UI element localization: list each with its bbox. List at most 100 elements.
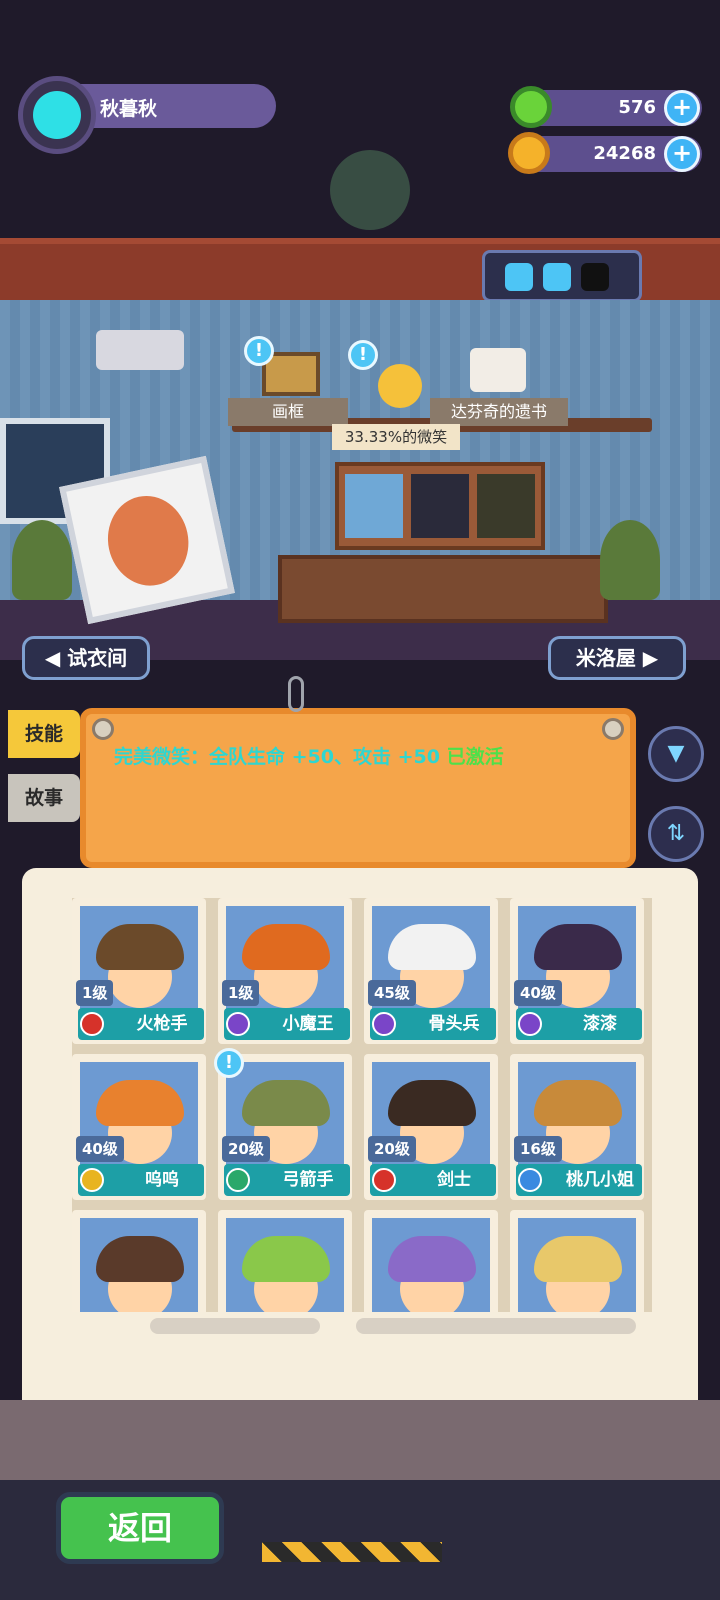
element-icon bbox=[372, 1168, 396, 1192]
character-card[interactable]: 40级 呜呜 bbox=[72, 1054, 206, 1200]
character-card[interactable]: 16级 桃几小姐 bbox=[510, 1054, 644, 1200]
frame-label: 画框 bbox=[228, 398, 348, 426]
energy-icon bbox=[543, 263, 571, 291]
smile-icon[interactable] bbox=[378, 364, 422, 408]
character-level: 1级 bbox=[222, 980, 260, 1006]
filter-button[interactable]: ▼ bbox=[648, 726, 704, 782]
element-icon bbox=[80, 1012, 104, 1036]
plant-icon bbox=[600, 520, 660, 600]
girl-portrait bbox=[99, 488, 197, 594]
alert-icon[interactable]: ! bbox=[214, 1048, 244, 1078]
cat-avatar-icon bbox=[33, 91, 81, 139]
tab-story[interactable]: 故事 bbox=[8, 774, 80, 822]
character-card[interactable]: 45级 骨头兵 bbox=[364, 898, 498, 1044]
skill-board: 完美微笑：全队生命 +50、攻击 +50 已激活 bbox=[80, 708, 636, 868]
smile-progress-label: 33.33%的微笑 bbox=[332, 424, 460, 450]
letter-label: 达芬奇的遗书 bbox=[430, 398, 568, 426]
faded-text-line bbox=[356, 1318, 636, 1334]
energy-icon bbox=[505, 263, 533, 291]
character-name: 剑士 bbox=[437, 1170, 471, 1190]
skill-status: 已激活 bbox=[446, 746, 504, 768]
character-level: 45级 bbox=[368, 980, 416, 1006]
character-card[interactable] bbox=[218, 1210, 352, 1312]
portrait-display[interactable] bbox=[335, 462, 545, 550]
player-profile[interactable]: 秋暮秋 bbox=[18, 76, 276, 154]
character-card[interactable]: 20级 弓箭手 bbox=[218, 1054, 352, 1200]
character-level: 1级 bbox=[76, 980, 114, 1006]
sort-button[interactable]: ⇅ bbox=[648, 806, 704, 862]
character-portrait bbox=[518, 1218, 636, 1312]
tab-skill[interactable]: 技能 bbox=[8, 710, 80, 758]
character-portrait bbox=[226, 1218, 344, 1312]
character-hair bbox=[534, 1080, 622, 1126]
alert-icon[interactable]: ! bbox=[348, 340, 378, 370]
character-card[interactable]: 1级 火枪手 bbox=[72, 898, 206, 1044]
book-base bbox=[0, 1400, 720, 1490]
milo-house-button[interactable]: 米洛屋 ▶ bbox=[548, 636, 686, 680]
dressing-room-label: 试衣间 bbox=[67, 646, 128, 670]
add-gems-button[interactable]: + bbox=[664, 90, 700, 126]
portrait-slot bbox=[345, 474, 403, 538]
portrait-slot-locked bbox=[477, 474, 535, 538]
energy-empty-icon bbox=[581, 263, 609, 291]
character-name-bar: 呜呜 bbox=[78, 1164, 204, 1196]
element-icon bbox=[518, 1012, 542, 1036]
filter-icon: ▼ bbox=[667, 741, 685, 766]
character-name: 小魔王 bbox=[282, 1014, 334, 1034]
character-name: 弓箭手 bbox=[282, 1170, 334, 1190]
skill-description: 完美微笑：全队生命 +50、攻击 +50 已激活 bbox=[114, 742, 504, 769]
sort-icon: ⇅ bbox=[666, 821, 686, 846]
character-card[interactable]: 20级 剑士 bbox=[364, 1054, 498, 1200]
character-grid: 1级 火枪手 1级 小魔王 45级 骨头兵 40级 漆漆 40级 呜呜 20级 弓箭手 20级 剑士 16级… bbox=[72, 898, 652, 1312]
letter-icon[interactable] bbox=[470, 348, 526, 392]
character-card[interactable] bbox=[72, 1210, 206, 1312]
character-name: 漆漆 bbox=[583, 1014, 617, 1034]
alert-icon[interactable]: ! bbox=[244, 336, 274, 366]
back-button[interactable]: 返回 bbox=[56, 1492, 224, 1564]
character-hair bbox=[96, 924, 184, 970]
player-name: 秋暮秋 bbox=[100, 98, 158, 120]
avatar[interactable] bbox=[18, 76, 96, 154]
character-name-bar: 剑士 bbox=[370, 1164, 496, 1196]
character-level: 40级 bbox=[514, 980, 562, 1006]
character-name-bar: 漆漆 bbox=[516, 1008, 642, 1040]
pin-icon bbox=[92, 718, 114, 740]
character-hair bbox=[242, 1236, 330, 1282]
character-name-bar: 桃几小姐 bbox=[516, 1164, 642, 1196]
pin-icon bbox=[602, 718, 624, 740]
character-hair bbox=[388, 1080, 476, 1126]
portrait-slot-locked bbox=[411, 474, 469, 538]
character-portrait bbox=[80, 1218, 198, 1312]
gem-value: 576 bbox=[618, 97, 656, 118]
character-hair bbox=[242, 1080, 330, 1126]
plant-icon bbox=[12, 520, 72, 600]
faded-text-line bbox=[150, 1318, 320, 1334]
character-name: 桃几小姐 bbox=[566, 1170, 634, 1190]
gem-icon bbox=[510, 86, 552, 128]
element-icon bbox=[226, 1012, 250, 1036]
character-hair bbox=[534, 924, 622, 970]
character-card[interactable] bbox=[510, 1210, 644, 1312]
dressing-room-button[interactable]: ◀ 试衣间 bbox=[22, 636, 150, 680]
hazard-stripe bbox=[262, 1542, 442, 1562]
character-name-bar: 火枪手 bbox=[78, 1008, 204, 1040]
coin-value: 24268 bbox=[593, 143, 656, 164]
character-level: 16级 bbox=[514, 1136, 562, 1162]
character-level: 20级 bbox=[222, 1136, 270, 1162]
character-card[interactable] bbox=[364, 1210, 498, 1312]
character-name-bar: 弓箭手 bbox=[224, 1164, 350, 1196]
element-icon bbox=[226, 1168, 250, 1192]
character-portrait bbox=[372, 1218, 490, 1312]
character-hair bbox=[96, 1236, 184, 1282]
element-icon bbox=[518, 1168, 542, 1192]
element-icon bbox=[80, 1168, 104, 1192]
cabinet bbox=[278, 555, 608, 623]
character-card[interactable]: 1级小魔王 bbox=[218, 898, 352, 1044]
character-hair bbox=[242, 924, 330, 970]
character-name: 骨头兵 bbox=[428, 1014, 480, 1034]
fan-icon bbox=[330, 150, 410, 230]
add-coins-button[interactable]: + bbox=[664, 136, 700, 172]
character-hair bbox=[388, 924, 476, 970]
element-icon bbox=[372, 1012, 396, 1036]
character-card[interactable]: 40级漆漆 bbox=[510, 898, 644, 1044]
